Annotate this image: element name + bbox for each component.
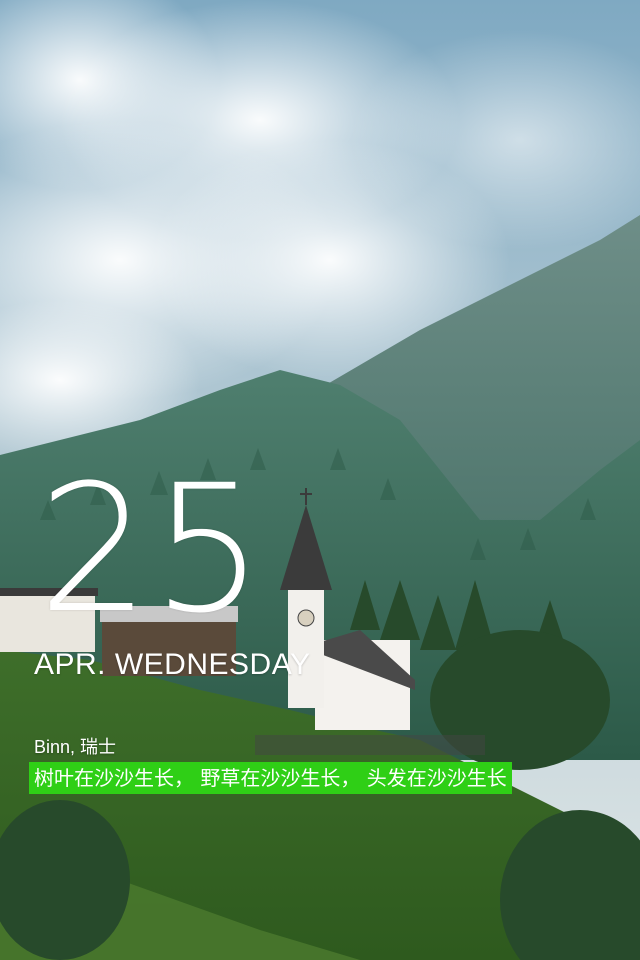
quote-text: 树叶在沙沙生长， 野草在沙沙生长， 头发在沙沙生长 bbox=[29, 762, 512, 794]
calendar-day-number: 25 bbox=[38, 447, 266, 652]
month-weekday-label: APR. WEDNESDAY bbox=[34, 648, 311, 681]
location-label: Binn, 瑞士 bbox=[34, 737, 117, 757]
